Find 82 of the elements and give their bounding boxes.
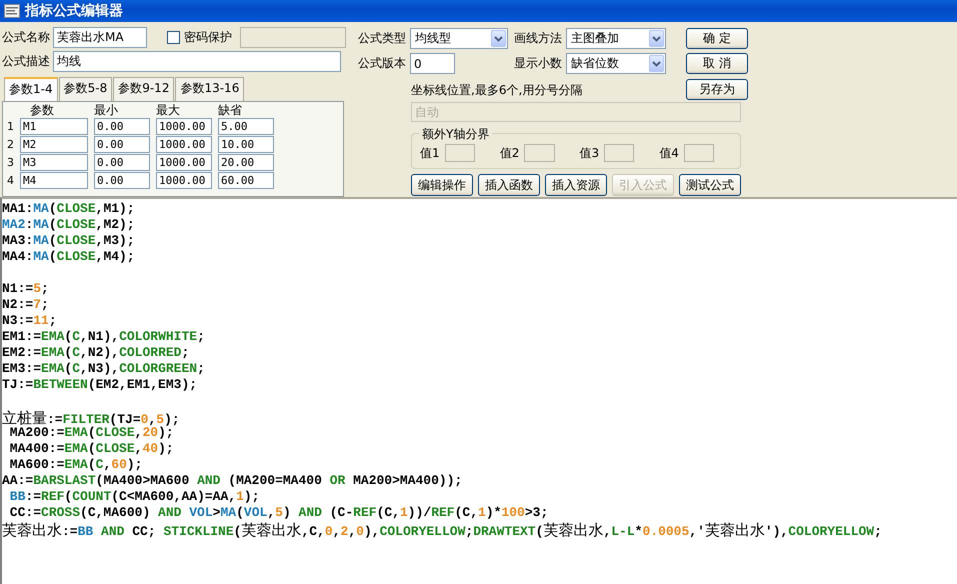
code-line: AA:=BARSLAST(MA400>MA600 AND (MA200=MA400 OR MA200>MA400)); [2, 473, 464, 489]
formula-type-dropdown[interactable]: 均线型 [410, 28, 508, 49]
code-editor[interactable] [0, 197, 957, 584]
formula-name-label: 公式名称 [2, 29, 50, 46]
password-label: 密码保护 [184, 29, 232, 46]
column-header: 缺省 [218, 102, 243, 120]
formula-type-label: 公式类型 [358, 30, 406, 47]
description-label: 公式描述 [2, 53, 50, 70]
value-label: 值3 [580, 144, 600, 162]
draw-method-label: 画线方法 [514, 30, 562, 47]
value-field[interactable] [684, 144, 714, 162]
code-line: 立桩量:=FILTER(TJ=0,5); [2, 409, 181, 425]
value-field[interactable] [524, 144, 554, 162]
action-button[interactable]: 测试公式 [679, 174, 741, 196]
window-title: 指标公式编辑器 [25, 2, 123, 20]
value-label: 值1 [420, 144, 440, 162]
action-button[interactable]: 插入资源 [545, 174, 607, 196]
cancel-button[interactable]: 取 消 [686, 53, 748, 74]
code-line: MA3:MA(CLOSE,M3); [2, 233, 136, 249]
param-field[interactable]: 1000.00 [156, 172, 212, 190]
draw-method-dropdown[interactable]: 主图叠加 [566, 28, 666, 49]
code-line: MA1:MA(CLOSE,M1); [2, 201, 136, 217]
code-line: EM1:=EMA(C,N1),COLORWHITE; [2, 329, 206, 345]
password-field[interactable] [240, 27, 346, 48]
param-field[interactable]: 0.00 [94, 118, 150, 136]
code-line: CC:=CROSS(C,MA600) AND VOL>MA(VOL,5) AND (C-REF(C,1))/REF(C,1)*100>3; [8, 505, 550, 521]
confirm-button[interactable]: 确 定 [686, 28, 748, 49]
param-field[interactable]: 1000.00 [156, 118, 212, 136]
param-field[interactable]: 0.00 [94, 172, 150, 190]
param-field[interactable]: 5.00 [218, 118, 274, 136]
decimals-dropdown[interactable]: 缺省位数 [566, 53, 666, 74]
description-field[interactable]: 均线 [53, 51, 341, 72]
value-label: 值4 [659, 144, 679, 162]
column-header: 最小 [94, 102, 119, 120]
value-field[interactable] [444, 144, 475, 162]
row-number: 1 [6, 120, 14, 134]
code-line: BB:=REF(COUNT(C<MA600,AA)=AA,1); [8, 489, 260, 505]
window-icon [4, 4, 20, 18]
code-line: MA200:=EMA(CLOSE,20); [8, 425, 174, 441]
group-title: 额外Y轴分界 [419, 126, 492, 143]
param-tab[interactable]: 参数9-12 [113, 76, 174, 101]
password-checkbox[interactable] [167, 31, 180, 44]
param-field[interactable]: 0.00 [94, 136, 150, 154]
formula-version-field[interactable]: 0 [410, 53, 455, 74]
param-tab[interactable]: 参数5-8 [58, 76, 112, 101]
code-line: MA600:=EMA(C,60); [8, 457, 144, 473]
param-field[interactable]: M3 [20, 154, 88, 172]
decimals-label: 显示小数 [514, 55, 562, 72]
row-number: 2 [6, 138, 14, 152]
param-field[interactable]: 0.00 [94, 154, 150, 172]
param-tab[interactable]: 参数1-4 [4, 76, 58, 101]
code-line: N1:=5; [2, 281, 50, 297]
code-line: MA4:MA(CLOSE,M4); [2, 249, 136, 265]
code-line: TJ:=BETWEEN(EM2,EM1,EM3); [2, 377, 198, 393]
action-button[interactable]: 插入函数 [478, 174, 540, 196]
code-line: MA2:MA(CLOSE,M2); [2, 217, 136, 233]
save-as-button[interactable]: 另存为 [686, 79, 748, 100]
param-field[interactable]: 10.00 [218, 136, 274, 154]
formula-version-label: 公式版本 [358, 55, 406, 72]
value-field[interactable] [604, 144, 634, 162]
row-number: 3 [6, 156, 14, 170]
param-field[interactable]: 20.00 [218, 154, 274, 172]
param-field[interactable]: M4 [20, 172, 88, 190]
code-line: EM2:=EMA(C,N2),COLORRED; [2, 345, 190, 361]
row-number: 4 [6, 174, 14, 188]
param-field[interactable]: M2 [20, 136, 88, 154]
param-field[interactable]: M1 [20, 118, 88, 136]
param-tab[interactable]: 参数13-16 [175, 76, 244, 101]
column-header: 参数 [29, 102, 55, 120]
code-line: 芙蓉出水:=BB AND CC; STICKLINE(芙蓉出水,C,0,2,0),COLORYELLOW;DRAWTEXT(芙蓉出水,L-L*0.0005,'芙蓉出水'),COLORYELLOW; [2, 521, 883, 537]
code-line: N3:=11; [2, 313, 58, 329]
value-label: 值2 [500, 144, 520, 162]
code-line: EM3:=EMA(C,N3),COLORGREEN; [2, 361, 206, 377]
column-header: 最大 [156, 102, 181, 120]
action-button[interactable]: 编辑操作 [411, 174, 473, 196]
param-field[interactable]: 1000.00 [156, 136, 212, 154]
formula-name-field[interactable]: 芙蓉出水MA [53, 27, 147, 48]
code-line: MA400:=EMA(CLOSE,40); [8, 441, 175, 457]
code-line: N2:=7; [2, 297, 50, 313]
axis-lines-label: 坐标线位置,最多6个,用分号分隔 [411, 82, 582, 99]
param-field[interactable]: 1000.00 [156, 154, 212, 172]
param-field[interactable]: 60.00 [218, 172, 274, 190]
